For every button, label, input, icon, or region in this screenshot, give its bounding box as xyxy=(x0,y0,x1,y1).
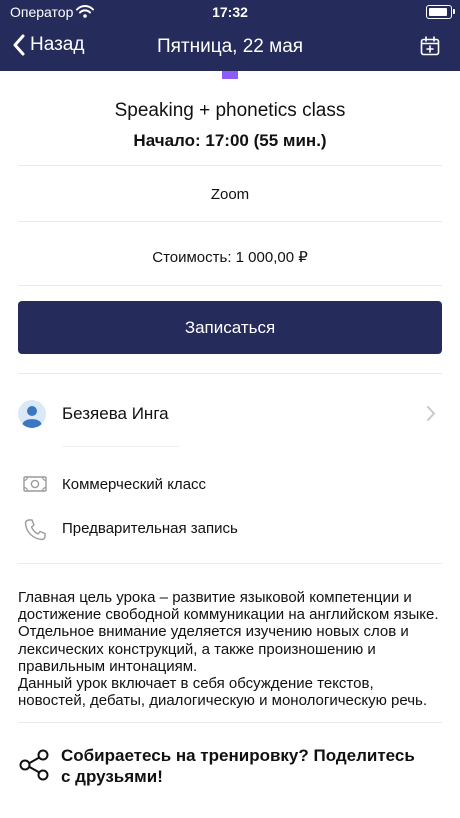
divider xyxy=(18,722,442,723)
battery-tip xyxy=(453,9,455,14)
lesson-price: Стоимость: 1 000,00 ₽ xyxy=(152,249,308,266)
divider xyxy=(18,285,442,286)
share-text-line: Собираетесь на тренировку? Поделитесь xyxy=(61,746,415,765)
signup-button[interactable]: Записаться xyxy=(18,301,442,354)
share-icon xyxy=(18,748,50,787)
class-type-label: Коммерческий класс xyxy=(62,476,207,493)
trainer-name: Безяева Инга xyxy=(62,404,169,423)
top-header: Оператор 17:32 Назад Пятница, 22 мая xyxy=(0,0,460,71)
phone-icon xyxy=(22,517,48,548)
clock: 17:32 xyxy=(212,4,248,20)
lesson-start-time: Начало: 17:00 (55 мин.) xyxy=(133,131,327,150)
class-color-marker xyxy=(222,71,238,79)
status-bar: Оператор 17:32 xyxy=(0,0,460,24)
divider xyxy=(18,221,442,222)
money-icon xyxy=(22,473,48,500)
booking-label: Предварительная запись xyxy=(62,520,238,537)
trainer-underline xyxy=(62,446,180,447)
navigation-bar: Назад Пятница, 22 мая xyxy=(0,28,460,68)
divider xyxy=(18,373,442,374)
booking-row: Предварительная запись xyxy=(18,515,442,543)
lesson-platform: Zoom xyxy=(210,186,250,203)
divider xyxy=(18,563,442,564)
lesson-title: Speaking + phonetics class xyxy=(114,100,346,121)
battery-icon xyxy=(426,5,452,19)
description-paragraph: Главная цель урока – развитие языковой к… xyxy=(18,589,439,675)
description-paragraph: Данный урок включает в себя обсуждение т… xyxy=(18,675,427,710)
share-text: Собираетесь на тренировку? Поделитесь с … xyxy=(61,745,415,787)
page-title: Пятница, 22 мая xyxy=(156,36,304,57)
class-type-row: Коммерческий класс xyxy=(18,471,442,499)
lesson-description: Главная цель урока – развитие языковой к… xyxy=(18,589,442,709)
add-to-calendar-button[interactable] xyxy=(420,36,440,61)
avatar xyxy=(18,400,46,428)
calendar-plus-icon xyxy=(420,36,440,56)
trainer-row[interactable]: Безяева Инга xyxy=(18,396,442,432)
share-text-line: с друзьями! xyxy=(61,767,163,786)
chevron-right-icon xyxy=(426,405,436,427)
divider xyxy=(18,165,442,166)
share-button[interactable]: Собираетесь на тренировку? Поделитесь с … xyxy=(18,745,442,787)
